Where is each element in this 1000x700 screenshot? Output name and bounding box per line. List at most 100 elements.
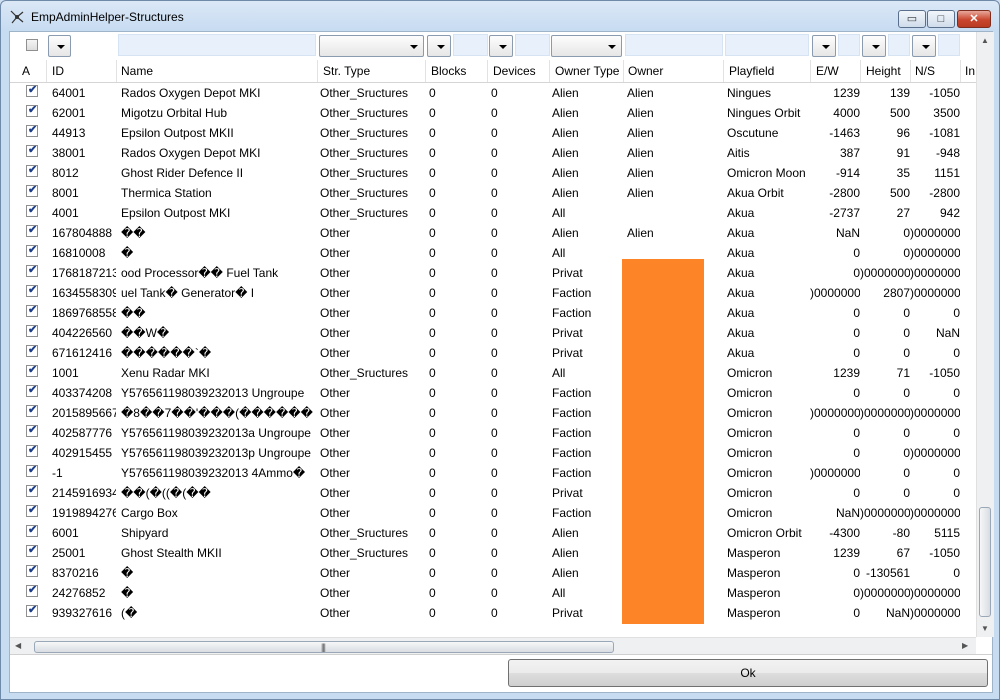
table-row[interactable]: ✔ 671612416 ������`� Other 0 0 Privat Akua 0 0 0: [10, 343, 985, 363]
table-row[interactable]: ✔ 402587776 Y576561198039232013a Ungroupe O…: [10, 423, 985, 443]
column-divider[interactable]: [487, 60, 488, 82]
scroll-left-arrow-icon[interactable]: ◀: [15, 641, 21, 650]
col-header-name[interactable]: Name: [121, 64, 153, 78]
col-header-ownertype[interactable]: Owner Type: [555, 64, 619, 78]
col-header-devices[interactable]: Devices: [493, 64, 536, 78]
row-checkbox[interactable]: ✔: [26, 244, 38, 257]
table-row[interactable]: ✔ 1001 Xenu Radar MKI Other_Sructures 0 0 All O…: [10, 363, 985, 383]
row-checkbox[interactable]: ✔: [26, 344, 38, 357]
horizontal-scroll-thumb[interactable]: |||: [34, 641, 614, 653]
table-row[interactable]: ✔ 939327616 (� Other 0 0 Privat Masperon 0 NaN)00…: [10, 603, 985, 623]
scroll-right-arrow-icon[interactable]: ▶: [962, 641, 968, 650]
row-checkbox[interactable]: ✔: [26, 464, 38, 477]
column-divider[interactable]: [317, 60, 318, 82]
filter-ns-field[interactable]: [938, 34, 960, 56]
table-row[interactable]: ✔ 62001 Migotzu Orbital Hub Other_Sructures…: [10, 103, 985, 123]
row-checkbox[interactable]: ✔: [26, 484, 38, 497]
row-checkbox[interactable]: ✔: [26, 144, 38, 157]
scroll-down-arrow-icon[interactable]: ▼: [981, 624, 989, 633]
select-all-checkbox[interactable]: [26, 39, 38, 51]
row-checkbox[interactable]: ✔: [26, 204, 38, 217]
row-checkbox[interactable]: ✔: [26, 104, 38, 117]
col-header-blocks[interactable]: Blocks: [431, 64, 466, 78]
filter-owner-field[interactable]: [625, 34, 723, 56]
row-checkbox[interactable]: ✔: [26, 264, 38, 277]
table-row[interactable]: ✔ 2015895667 �8��7��'���(������ Other 0 0 Fact…: [10, 403, 985, 423]
filter-height-field[interactable]: [888, 34, 910, 56]
col-header-owner[interactable]: Owner: [628, 64, 663, 78]
table-row[interactable]: ✔ 402915455 Y576561198039232013p Ungroupe O…: [10, 443, 985, 463]
table-row[interactable]: ✔ -1 Y576561198039232013 4Ammo� Other 0 0 Fact…: [10, 463, 985, 483]
ok-button[interactable]: Ok: [508, 659, 988, 687]
table-row[interactable]: ✔ 25001 Ghost Stealth MKII Other_Sructures 0…: [10, 543, 985, 563]
filter-id-dropdown[interactable]: [48, 35, 71, 57]
table-row[interactable]: ✔ 167804888 �� Other 0 0 Alien Alien Akua NaN 0)00…: [10, 223, 985, 243]
row-checkbox[interactable]: ✔: [26, 424, 38, 437]
row-checkbox[interactable]: ✔: [26, 584, 38, 597]
filter-name-field[interactable]: [118, 34, 316, 56]
maximize-button[interactable]: □: [927, 10, 955, 28]
row-checkbox[interactable]: ✔: [26, 564, 38, 577]
filter-ownertype-dropdown[interactable]: [551, 35, 622, 57]
row-checkbox[interactable]: ✔: [26, 384, 38, 397]
filter-blocks-field[interactable]: [453, 34, 488, 56]
table-row[interactable]: ✔ 6001 Shipyard Other_Sructures 0 0 Alien Omicr…: [10, 523, 985, 543]
filter-blocks-dropdown[interactable]: [427, 35, 451, 57]
col-header-height[interactable]: Height: [866, 64, 901, 78]
table-row[interactable]: ✔ 404226560 ��W� Other 0 0 Privat Akua 0 0 NaN: [10, 323, 985, 343]
column-divider[interactable]: [46, 60, 47, 82]
table-row[interactable]: ✔ 8012 Ghost Rider Defence II Other_Sructur…: [10, 163, 985, 183]
column-divider[interactable]: [623, 60, 624, 82]
table-row[interactable]: ✔ 1869768558 �� Other 0 0 Faction Akua 0 0 0: [10, 303, 985, 323]
row-checkbox[interactable]: ✔: [26, 184, 38, 197]
row-checkbox[interactable]: ✔: [26, 324, 38, 337]
minimize-button[interactable]: ▭: [898, 10, 926, 28]
scroll-up-arrow-icon[interactable]: ▲: [981, 36, 989, 45]
row-checkbox[interactable]: ✔: [26, 84, 38, 97]
row-checkbox[interactable]: ✔: [26, 164, 38, 177]
vertical-scrollbar[interactable]: ▲ ▼: [976, 32, 994, 637]
col-header-ns[interactable]: N/S: [915, 64, 935, 78]
title-bar[interactable]: EmpAdminHelper-Structures ▭ □ ✕: [1, 1, 999, 31]
column-divider[interactable]: [723, 60, 724, 82]
row-checkbox[interactable]: ✔: [26, 124, 38, 137]
filter-strtype-dropdown[interactable]: [319, 35, 424, 57]
filter-ew-field[interactable]: [838, 34, 860, 56]
row-checkbox[interactable]: ✔: [26, 444, 38, 457]
filter-ns-dropdown[interactable]: [912, 35, 936, 57]
filter-playfield-field[interactable]: [725, 34, 809, 56]
column-divider[interactable]: [960, 60, 961, 82]
row-checkbox[interactable]: ✔: [26, 364, 38, 377]
col-header-a[interactable]: A: [22, 64, 30, 78]
table-row[interactable]: ✔ 4001 Epsilon Outpost MKI Other_Sructures 0…: [10, 203, 985, 223]
column-divider[interactable]: [860, 60, 861, 82]
col-header-playfield[interactable]: Playfield: [729, 64, 774, 78]
table-row[interactable]: ✔ 44913 Epsilon Outpost MKII Other_Sructure…: [10, 123, 985, 143]
table-row[interactable]: ✔ 1768187213 ood Processor�� Fuel Tank Othe…: [10, 263, 985, 283]
row-checkbox[interactable]: ✔: [26, 404, 38, 417]
close-button[interactable]: ✕: [957, 10, 991, 28]
row-checkbox[interactable]: ✔: [26, 604, 38, 617]
filter-height-dropdown[interactable]: [862, 35, 886, 57]
column-divider[interactable]: [425, 60, 426, 82]
table-row[interactable]: ✔ 8001 Thermica Station Other_Sructures 0 0 Al…: [10, 183, 985, 203]
row-checkbox[interactable]: ✔: [26, 284, 38, 297]
col-header-strtype[interactable]: Str. Type: [323, 64, 370, 78]
filter-devices-dropdown[interactable]: [489, 35, 513, 57]
row-checkbox[interactable]: ✔: [26, 524, 38, 537]
row-checkbox[interactable]: ✔: [26, 224, 38, 237]
table-row[interactable]: ✔ 16810008 � Other 0 0 All Akua 0 0)0000000: [10, 243, 985, 263]
row-checkbox[interactable]: ✔: [26, 304, 38, 317]
column-divider[interactable]: [810, 60, 811, 82]
table-row[interactable]: ✔ 1634558309 uel Tank� Generator� I Other 0 0…: [10, 283, 985, 303]
column-divider[interactable]: [116, 60, 117, 82]
filter-ew-dropdown[interactable]: [812, 35, 836, 57]
col-header-ew[interactable]: E/W: [816, 64, 839, 78]
horizontal-scrollbar[interactable]: ◀ ||| ▶: [10, 637, 976, 655]
table-row[interactable]: ✔ 403374208 Y576561198039232013 Ungroupe Ot…: [10, 383, 985, 403]
vertical-scroll-thumb[interactable]: [979, 507, 991, 617]
column-divider[interactable]: [549, 60, 550, 82]
table-row[interactable]: ✔ 38001 Rados Oxygen Depot MKI Other_Sructu…: [10, 143, 985, 163]
table-row[interactable]: ✔ 2145916934 ��(�((�(�� Other 0 0 Privat Omicro…: [10, 483, 985, 503]
table-row[interactable]: ✔ 1919894276 Cargo Box Other 0 0 Faction Omicro…: [10, 503, 985, 523]
